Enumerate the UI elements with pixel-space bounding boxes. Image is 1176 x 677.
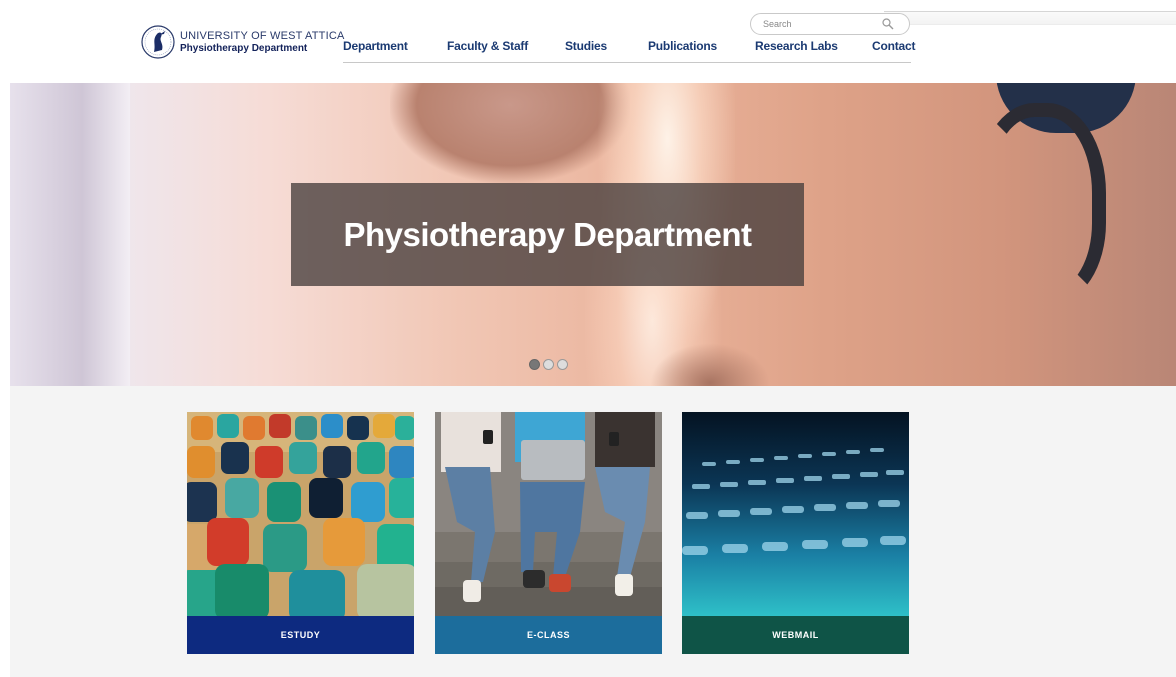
- nav-item-department[interactable]: Department: [343, 39, 408, 53]
- hero-image-equipment: [976, 103, 1106, 303]
- search-decor-line: [884, 11, 1176, 25]
- eclass-card[interactable]: E-CLASS: [435, 412, 662, 654]
- search-box: [750, 13, 910, 35]
- estudy-card[interactable]: ESTUDY: [187, 412, 414, 654]
- nav-item-studies[interactable]: Studies: [565, 39, 607, 53]
- hero-slider[interactable]: Physiotherapy Department: [10, 83, 1176, 386]
- webmail-card[interactable]: WEBMAIL: [682, 412, 909, 654]
- search-icon[interactable]: [881, 17, 895, 31]
- university-name: UNIVERSITY OF WEST ATTICA: [180, 29, 345, 42]
- nav-item-contact[interactable]: Contact: [872, 39, 915, 53]
- estudy-label: ESTUDY: [187, 616, 414, 654]
- main-nav: Department Faculty & Staff Studies Publi…: [343, 39, 915, 63]
- slider-dot-1[interactable]: [529, 359, 540, 370]
- slider-dot-3[interactable]: [557, 359, 568, 370]
- site-header: UNIVERSITY OF WEST ATTICA Physiotherapy …: [0, 0, 1176, 83]
- hero-caption-box: Physiotherapy Department: [291, 183, 804, 286]
- quick-links-section: ESTUDY E-CLASS WEBMAIL: [10, 386, 1176, 677]
- chairs-image: [187, 412, 414, 616]
- hero-title: Physiotherapy Department: [343, 215, 752, 253]
- nav-item-faculty-staff[interactable]: Faculty & Staff: [447, 39, 528, 53]
- slider-dot-2[interactable]: [543, 359, 554, 370]
- hero-image-coat: [10, 83, 130, 386]
- hero-image-hand-lower: [650, 343, 770, 386]
- eclass-label: E-CLASS: [435, 616, 662, 654]
- department-name: Physiotherapy Department: [180, 42, 308, 54]
- nav-item-publications[interactable]: Publications: [648, 39, 717, 53]
- webmail-label: WEBMAIL: [682, 616, 909, 654]
- university-logo[interactable]: UNIVERSITY OF WEST ATTICA Physiotherapy …: [140, 22, 345, 62]
- search-input[interactable]: [763, 14, 893, 34]
- slider-dots: [529, 359, 568, 370]
- students-image: [435, 412, 662, 616]
- university-seal-icon: [140, 22, 176, 62]
- keyboard-image: [682, 412, 909, 616]
- nav-item-research-labs[interactable]: Research Labs: [755, 39, 838, 53]
